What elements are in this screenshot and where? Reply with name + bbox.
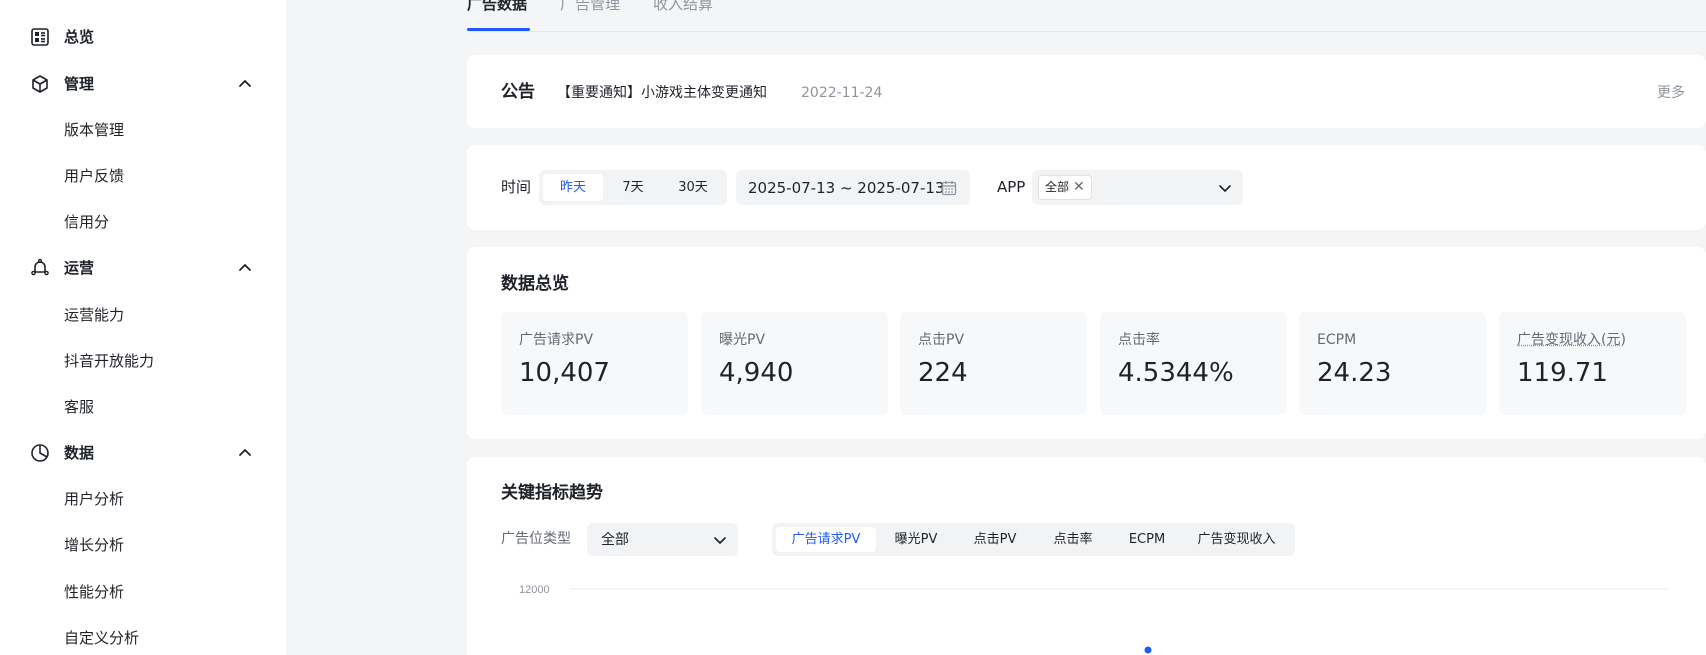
time-option-7days[interactable]: 7天: [603, 174, 663, 201]
active-tab-indicator: [467, 28, 530, 31]
sidebar-item-custom-analysis[interactable]: 自定义分析: [0, 618, 286, 655]
sidebar-item-customer-service[interactable]: 客服: [0, 387, 286, 427]
tab-exposure-pv[interactable]: 曝光PV: [876, 527, 956, 552]
metric-card-ecpm: ECPM 24.23: [1299, 312, 1486, 415]
data-point[interactable]: [1145, 647, 1152, 654]
notice-more-link[interactable]: 更多: [1657, 83, 1685, 103]
sidebar-item-label: 增长分析: [64, 535, 124, 555]
sidebar-item-label: 客服: [64, 397, 94, 417]
sidebar-item-label: 总览: [64, 27, 94, 47]
ad-type-value: 全部: [601, 530, 629, 550]
sidebar-item-user-feedback[interactable]: 用户反馈: [0, 156, 286, 196]
time-option-30days[interactable]: 30天: [663, 174, 723, 201]
time-label: 时间: [501, 177, 531, 197]
y-tick-label: 12000: [519, 584, 550, 596]
notice-link[interactable]: 【重要通知】小游戏主体变更通知: [557, 83, 767, 103]
sidebar-group-label: 运营: [64, 258, 94, 278]
tab-ad-data[interactable]: 广告数据: [467, 0, 527, 14]
date-range-picker[interactable]: 2025-07-13 ~ 2025-07-13: [736, 170, 970, 205]
app-select[interactable]: 全部 ✕: [1032, 170, 1243, 205]
metric-card-ad-revenue: 广告变现收入(元) 119.71: [1499, 312, 1686, 415]
metric-label: 点击率: [1118, 331, 1160, 349]
metric-value: 24.23: [1317, 356, 1391, 390]
tab-ad-revenue[interactable]: 广告变现收入: [1182, 527, 1291, 552]
metric-value: 224: [918, 356, 968, 390]
date-range-value: 2025-07-13 ~ 2025-07-13: [748, 178, 944, 198]
sidebar-group-label: 管理: [64, 74, 94, 94]
close-icon[interactable]: ✕: [1073, 176, 1085, 199]
app-tag-label: 全部: [1045, 176, 1069, 199]
sidebar-item-label: 版本管理: [64, 120, 124, 140]
sidebar-item-label: 用户分析: [64, 489, 124, 509]
app-label: APP: [997, 177, 1025, 197]
chevron-down-icon: [1217, 180, 1233, 196]
metric-tabs: 广告请求PV 曝光PV 点击PV 点击率 ECPM 广告变现收入: [772, 523, 1295, 556]
time-range-segmented: 昨天 7天 30天: [539, 170, 727, 205]
app-tag: 全部 ✕: [1038, 175, 1092, 200]
sidebar-item-credit-score[interactable]: 信用分: [0, 202, 286, 242]
metric-card-ad-request-pv: 广告请求PV 10,407: [501, 312, 688, 415]
chevron-down-icon: [712, 532, 728, 548]
filter-card: 时间 昨天 7天 30天 2025-07-13 ~ 2025-07-13 APP…: [467, 145, 1706, 230]
top-tabs: 广告数据 广告管理 收入结算: [467, 0, 1706, 32]
sidebar-item-growth-analysis[interactable]: 增长分析: [0, 525, 286, 565]
tab-ctr[interactable]: 点击率: [1034, 527, 1112, 552]
sidebar-item-performance-analysis[interactable]: 性能分析: [0, 572, 286, 612]
sidebar-item-overview[interactable]: 总览: [0, 17, 286, 57]
chevron-up-icon[interactable]: [237, 76, 253, 92]
metric-card-ctr: 点击率 4.5344%: [1100, 312, 1287, 415]
metric-label: ECPM: [1317, 331, 1356, 349]
notice-title: 公告: [501, 82, 535, 102]
metric-label: 曝光PV: [719, 331, 765, 349]
sidebar-item-label: 用户反馈: [64, 166, 124, 186]
metric-label: 广告请求PV: [519, 331, 593, 349]
metric-label[interactable]: 广告变现收入(元): [1517, 331, 1626, 349]
ad-type-label: 广告位类型: [501, 529, 571, 549]
metric-value: 119.71: [1517, 356, 1608, 390]
sidebar-group-label: 数据: [64, 443, 94, 463]
chevron-up-icon[interactable]: [237, 445, 253, 461]
sidebar-item-label: 信用分: [64, 212, 109, 232]
tab-ad-request-pv[interactable]: 广告请求PV: [776, 527, 876, 552]
sidebar: 总览 管理 版本管理 用户反馈 信用分 运营 运营能力 抖音开放能力 客服 数据…: [0, 0, 286, 655]
overview-card: 数据总览 广告请求PV 10,407 曝光PV 4,940 点击PV 224 点…: [467, 247, 1706, 439]
pie-chart-icon: [30, 443, 50, 463]
trend-chart: 12000: [497, 575, 1677, 655]
cube-icon: [30, 74, 50, 94]
trend-card: 关键指标趋势 广告位类型 全部 广告请求PV 曝光PV 点击PV 点击率 ECP…: [467, 457, 1706, 655]
ad-type-select[interactable]: 全部: [587, 523, 738, 556]
sidebar-item-label: 抖音开放能力: [64, 351, 154, 371]
metric-label: 点击PV: [918, 331, 964, 349]
sidebar-item-label: 自定义分析: [64, 628, 139, 648]
metric-value: 4.5344%: [1118, 356, 1234, 390]
notice-date: 2022-11-24: [801, 83, 882, 103]
metric-card-exposure-pv: 曝光PV 4,940: [701, 312, 888, 415]
trend-title: 关键指标趋势: [501, 482, 603, 504]
overview-title: 数据总览: [501, 273, 569, 295]
sidebar-item-user-analysis[interactable]: 用户分析: [0, 479, 286, 519]
metric-card-click-pv: 点击PV 224: [900, 312, 1087, 415]
sidebar-group-data[interactable]: 数据: [0, 433, 286, 473]
tab-ad-management[interactable]: 广告管理: [560, 0, 620, 14]
sidebar-item-label: 运营能力: [64, 305, 124, 325]
tab-revenue-settlement[interactable]: 收入结算: [653, 0, 713, 14]
sidebar-item-version-management[interactable]: 版本管理: [0, 110, 286, 150]
metric-value: 10,407: [519, 356, 610, 390]
calendar-icon: [941, 180, 957, 196]
bell-icon: [30, 258, 50, 278]
chevron-up-icon[interactable]: [237, 260, 253, 276]
sidebar-item-operation-capability[interactable]: 运营能力: [0, 295, 286, 335]
sidebar-item-douyin-open-capability[interactable]: 抖音开放能力: [0, 341, 286, 381]
sidebar-item-label: 性能分析: [64, 582, 124, 602]
sidebar-group-manage[interactable]: 管理: [0, 64, 286, 104]
tab-click-pv[interactable]: 点击PV: [956, 527, 1034, 552]
dashboard-icon: [30, 27, 50, 47]
metric-value: 4,940: [719, 356, 793, 390]
tab-ecpm[interactable]: ECPM: [1112, 527, 1182, 552]
sidebar-group-operations[interactable]: 运营: [0, 248, 286, 288]
time-option-yesterday[interactable]: 昨天: [543, 174, 603, 201]
notice-card: 公告 【重要通知】小游戏主体变更通知 2022-11-24 更多: [467, 55, 1706, 128]
